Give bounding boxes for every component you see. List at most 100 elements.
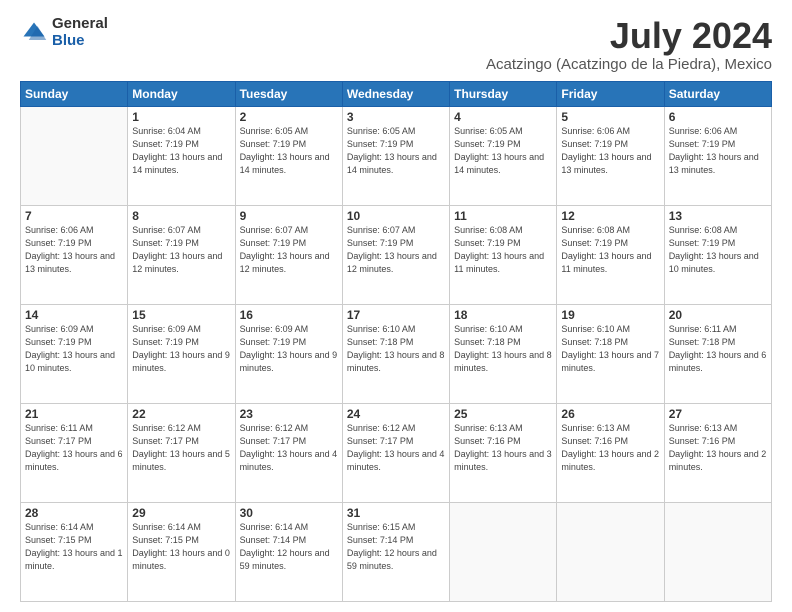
day-info: Sunrise: 6:09 AMSunset: 7:19 PMDaylight:… — [25, 323, 123, 375]
day-number: 16 — [240, 308, 338, 322]
day-number: 10 — [347, 209, 445, 223]
day-number: 12 — [561, 209, 659, 223]
calendar-cell: 8Sunrise: 6:07 AMSunset: 7:19 PMDaylight… — [128, 205, 235, 304]
calendar-cell: 3Sunrise: 6:05 AMSunset: 7:19 PMDaylight… — [342, 106, 449, 205]
day-number: 27 — [669, 407, 767, 421]
day-number: 17 — [347, 308, 445, 322]
day-info: Sunrise: 6:08 AMSunset: 7:19 PMDaylight:… — [669, 224, 767, 276]
calendar-cell: 27Sunrise: 6:13 AMSunset: 7:16 PMDayligh… — [664, 403, 771, 502]
day-info: Sunrise: 6:05 AMSunset: 7:19 PMDaylight:… — [347, 125, 445, 177]
calendar-cell: 23Sunrise: 6:12 AMSunset: 7:17 PMDayligh… — [235, 403, 342, 502]
calendar-cell — [450, 502, 557, 601]
logo-text: General Blue — [52, 16, 108, 49]
day-number: 13 — [669, 209, 767, 223]
day-number: 19 — [561, 308, 659, 322]
day-info: Sunrise: 6:08 AMSunset: 7:19 PMDaylight:… — [561, 224, 659, 276]
calendar-cell — [557, 502, 664, 601]
day-info: Sunrise: 6:09 AMSunset: 7:19 PMDaylight:… — [132, 323, 230, 375]
day-number: 11 — [454, 209, 552, 223]
logo-general-text: General — [52, 16, 108, 33]
calendar-cell: 19Sunrise: 6:10 AMSunset: 7:18 PMDayligh… — [557, 304, 664, 403]
day-info: Sunrise: 6:09 AMSunset: 7:19 PMDaylight:… — [240, 323, 338, 375]
day-number: 8 — [132, 209, 230, 223]
day-info: Sunrise: 6:13 AMSunset: 7:16 PMDaylight:… — [669, 422, 767, 474]
day-info: Sunrise: 6:15 AMSunset: 7:14 PMDaylight:… — [347, 521, 445, 573]
calendar-header-thursday: Thursday — [450, 81, 557, 106]
day-info: Sunrise: 6:14 AMSunset: 7:15 PMDaylight:… — [132, 521, 230, 573]
calendar-cell: 26Sunrise: 6:13 AMSunset: 7:16 PMDayligh… — [557, 403, 664, 502]
day-number: 9 — [240, 209, 338, 223]
calendar-cell: 28Sunrise: 6:14 AMSunset: 7:15 PMDayligh… — [21, 502, 128, 601]
day-number: 1 — [132, 110, 230, 124]
calendar-cell: 4Sunrise: 6:05 AMSunset: 7:19 PMDaylight… — [450, 106, 557, 205]
calendar-cell: 10Sunrise: 6:07 AMSunset: 7:19 PMDayligh… — [342, 205, 449, 304]
calendar-week-row: 1Sunrise: 6:04 AMSunset: 7:19 PMDaylight… — [21, 106, 772, 205]
calendar-cell: 22Sunrise: 6:12 AMSunset: 7:17 PMDayligh… — [128, 403, 235, 502]
calendar-header-tuesday: Tuesday — [235, 81, 342, 106]
calendar-week-row: 14Sunrise: 6:09 AMSunset: 7:19 PMDayligh… — [21, 304, 772, 403]
logo-blue-text: Blue — [52, 33, 108, 50]
logo-icon — [20, 19, 48, 47]
day-info: Sunrise: 6:12 AMSunset: 7:17 PMDaylight:… — [240, 422, 338, 474]
day-info: Sunrise: 6:13 AMSunset: 7:16 PMDaylight:… — [454, 422, 552, 474]
day-info: Sunrise: 6:08 AMSunset: 7:19 PMDaylight:… — [454, 224, 552, 276]
calendar-cell: 29Sunrise: 6:14 AMSunset: 7:15 PMDayligh… — [128, 502, 235, 601]
day-info: Sunrise: 6:12 AMSunset: 7:17 PMDaylight:… — [347, 422, 445, 474]
calendar-header-sunday: Sunday — [21, 81, 128, 106]
day-info: Sunrise: 6:13 AMSunset: 7:16 PMDaylight:… — [561, 422, 659, 474]
day-info: Sunrise: 6:07 AMSunset: 7:19 PMDaylight:… — [240, 224, 338, 276]
day-number: 23 — [240, 407, 338, 421]
day-info: Sunrise: 6:12 AMSunset: 7:17 PMDaylight:… — [132, 422, 230, 474]
calendar-cell: 31Sunrise: 6:15 AMSunset: 7:14 PMDayligh… — [342, 502, 449, 601]
calendar-cell: 7Sunrise: 6:06 AMSunset: 7:19 PMDaylight… — [21, 205, 128, 304]
day-info: Sunrise: 6:14 AMSunset: 7:14 PMDaylight:… — [240, 521, 338, 573]
calendar-cell: 30Sunrise: 6:14 AMSunset: 7:14 PMDayligh… — [235, 502, 342, 601]
calendar-header-row: SundayMondayTuesdayWednesdayThursdayFrid… — [21, 81, 772, 106]
location-title: Acatzingo (Acatzingo de la Piedra), Mexi… — [486, 56, 772, 73]
calendar-cell: 11Sunrise: 6:08 AMSunset: 7:19 PMDayligh… — [450, 205, 557, 304]
calendar-cell — [664, 502, 771, 601]
calendar-cell: 1Sunrise: 6:04 AMSunset: 7:19 PMDaylight… — [128, 106, 235, 205]
month-title: July 2024 — [486, 16, 772, 56]
day-number: 29 — [132, 506, 230, 520]
day-info: Sunrise: 6:11 AMSunset: 7:17 PMDaylight:… — [25, 422, 123, 474]
logo: General Blue — [20, 16, 108, 49]
calendar-cell — [21, 106, 128, 205]
day-info: Sunrise: 6:05 AMSunset: 7:19 PMDaylight:… — [240, 125, 338, 177]
calendar-cell: 13Sunrise: 6:08 AMSunset: 7:19 PMDayligh… — [664, 205, 771, 304]
day-info: Sunrise: 6:11 AMSunset: 7:18 PMDaylight:… — [669, 323, 767, 375]
calendar-cell: 5Sunrise: 6:06 AMSunset: 7:19 PMDaylight… — [557, 106, 664, 205]
page: General Blue July 2024 Acatzingo (Acatzi… — [0, 0, 792, 612]
calendar-cell: 14Sunrise: 6:09 AMSunset: 7:19 PMDayligh… — [21, 304, 128, 403]
calendar-cell: 6Sunrise: 6:06 AMSunset: 7:19 PMDaylight… — [664, 106, 771, 205]
day-info: Sunrise: 6:10 AMSunset: 7:18 PMDaylight:… — [561, 323, 659, 375]
day-number: 6 — [669, 110, 767, 124]
day-number: 15 — [132, 308, 230, 322]
day-info: Sunrise: 6:06 AMSunset: 7:19 PMDaylight:… — [561, 125, 659, 177]
day-number: 4 — [454, 110, 552, 124]
calendar-table: SundayMondayTuesdayWednesdayThursdayFrid… — [20, 81, 772, 602]
calendar-cell: 15Sunrise: 6:09 AMSunset: 7:19 PMDayligh… — [128, 304, 235, 403]
day-number: 7 — [25, 209, 123, 223]
day-number: 30 — [240, 506, 338, 520]
calendar-cell: 24Sunrise: 6:12 AMSunset: 7:17 PMDayligh… — [342, 403, 449, 502]
header: General Blue July 2024 Acatzingo (Acatzi… — [20, 16, 772, 73]
day-number: 2 — [240, 110, 338, 124]
calendar-week-row: 28 Sunrise: 6:14 AMSunset: 7:15 PMDayligh… — [21, 502, 772, 601]
day-info: Sunrise: 6:10 AMSunset: 7:18 PMDaylight:… — [454, 323, 552, 375]
day-number: 5 — [561, 110, 659, 124]
day-number: 22 — [132, 407, 230, 421]
day-number: 28 — [25, 506, 123, 520]
calendar-header-friday: Friday — [557, 81, 664, 106]
day-number: 31 — [347, 506, 445, 520]
day-info: Sunrise: 6:07 AMSunset: 7:19 PMDaylight:… — [132, 224, 230, 276]
calendar-cell: 9Sunrise: 6:07 AMSunset: 7:19 PMDaylight… — [235, 205, 342, 304]
calendar-header-wednesday: Wednesday — [342, 81, 449, 106]
day-info: Sunrise: 6:07 AMSunset: 7:19 PMDaylight:… — [347, 224, 445, 276]
calendar-cell: 12Sunrise: 6:08 AMSunset: 7:19 PMDayligh… — [557, 205, 664, 304]
calendar-header-saturday: Saturday — [664, 81, 771, 106]
day-number: 20 — [669, 308, 767, 322]
calendar-header-monday: Monday — [128, 81, 235, 106]
day-info: Sunrise: 6:05 AMSunset: 7:19 PMDaylight:… — [454, 125, 552, 177]
day-number: 18 — [454, 308, 552, 322]
